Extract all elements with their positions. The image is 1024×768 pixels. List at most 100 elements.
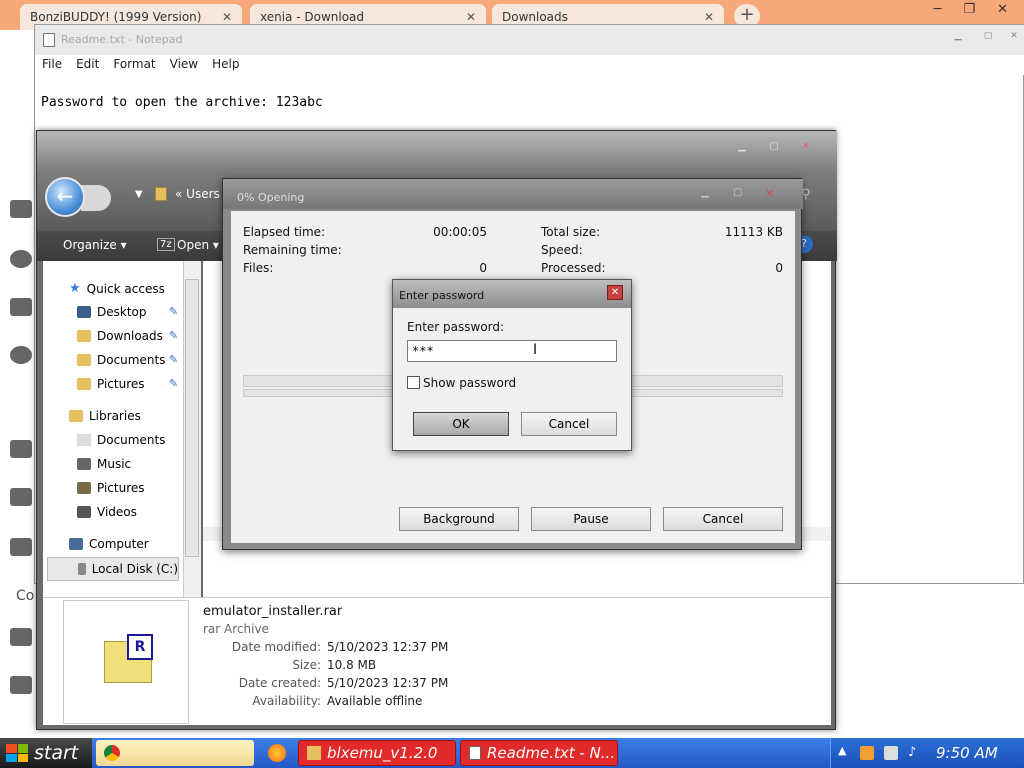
pin-icon[interactable]: ✎ [169,329,178,342]
nav-quick-access[interactable]: ★ Quick access [69,281,165,296]
maximize-icon[interactable]: ▢ [763,139,785,155]
documents-folder-icon [77,354,91,366]
back-button[interactable]: ← [45,177,85,217]
menu-help[interactable]: Help [205,55,246,75]
windows-logo-icon [6,744,28,762]
nav-documents[interactable]: Documents [77,353,165,367]
close-icon[interactable]: ✕ [795,139,817,155]
taskbar-firefox-button[interactable] [264,740,292,766]
elapsed-label: Elapsed time: [243,225,326,239]
nav-videos[interactable]: Videos [77,505,137,519]
nav-music[interactable]: Music [77,457,131,471]
minimize-icon[interactable]: ▁ [701,187,709,198]
password-input[interactable]: *** [407,340,617,362]
minimize-icon[interactable]: ▁ [731,139,753,155]
close-icon[interactable]: ✕ [607,285,623,300]
taskbar-notepad-button[interactable]: Readme.txt - N... [460,740,618,766]
network-icon[interactable] [884,746,898,760]
nav-scrollbar-thumb[interactable] [185,279,199,557]
show-password-label[interactable]: Show password [423,376,516,390]
volume-icon[interactable]: ♪ [908,746,922,760]
password-dialog: Enter password ✕ Enter password: *** I S… [392,279,632,451]
desktop-icon [77,306,91,318]
tray-app-icon[interactable] [860,746,874,760]
files-value: 0 [479,261,487,275]
pictures-folder-icon [77,378,91,390]
nav-downloads[interactable]: Downloads [77,329,163,343]
progress-title-bar[interactable]: 0% Opening ▁ ▢ ✕ [223,179,803,209]
file-type: rar Archive [203,622,269,636]
nav-libraries[interactable]: Libraries [69,409,141,423]
tray-expand-icon[interactable]: ▲ [838,744,846,757]
pin-icon[interactable]: ✎ [169,353,178,366]
maximize-icon[interactable]: ❐ [963,2,975,26]
nav-lib-pictures[interactable]: Pictures [77,481,145,495]
pause-button[interactable]: Pause [531,507,651,531]
history-icon[interactable] [10,250,32,268]
ok-button[interactable]: OK [413,412,509,436]
chevron-down-icon[interactable]: ▼ [135,189,143,200]
breadcrumb[interactable]: « Users [175,187,220,201]
close-icon[interactable]: ✕ [1005,31,1023,45]
minimize-icon[interactable]: ─ [934,2,942,26]
browser-window-controls: ─ ❐ ✕ [934,2,1024,26]
maximize-icon[interactable]: ▢ [733,187,742,198]
minimize-icon[interactable]: ▁ [949,31,967,45]
nav-pictures[interactable]: Pictures [77,377,145,391]
file-thumbnail: R [63,600,189,724]
disk-icon [78,563,86,575]
pictures-icon [77,482,91,494]
cancel-button[interactable]: Cancel [521,412,617,436]
videos-icon [77,506,91,518]
nav-local-disk[interactable]: Local Disk (C:) [47,557,179,581]
processed-value: 0 [775,261,783,275]
folder-icon [155,187,167,201]
nav-desktop[interactable]: Desktop [77,305,147,319]
close-icon[interactable]: ✕ [704,10,714,24]
menu-format[interactable]: Format [106,55,162,75]
close-icon[interactable]: ✕ [765,187,774,200]
close-icon[interactable]: ✕ [997,2,1008,26]
open-button[interactable]: Open ▾ [177,238,219,252]
video-icon[interactable] [10,488,32,506]
chat-icon[interactable] [10,628,32,646]
forward-button[interactable] [81,185,111,211]
home-icon[interactable] [10,200,32,218]
notepad-title-bar[interactable]: Readme.txt - Notepad ▁ ▢ ✕ [35,25,1024,55]
cancel-button[interactable]: Cancel [663,507,783,531]
pin-icon[interactable]: ✎ [169,305,178,318]
calendar-icon[interactable] [10,440,32,458]
date-created-value: 5/10/2023 12:37 PM [327,676,449,690]
start-button[interactable]: start [0,738,92,768]
file-name: emulator_installer.rar [203,604,343,619]
menu-file[interactable]: File [35,55,69,75]
rar-archive-icon: R [104,634,153,683]
nav-computer[interactable]: Computer [69,537,149,551]
date-created-label: Date created: [238,676,321,690]
close-icon[interactable]: ✕ [222,10,232,24]
taskbar-clock[interactable]: 9:50 AM [936,744,998,762]
tab-label: xenia - Download [260,10,365,24]
show-password-checkbox[interactable] [407,376,420,389]
gallery-icon[interactable] [10,538,32,556]
pin-icon[interactable]: ✎ [169,377,178,390]
bookmarks-icon[interactable] [10,298,32,316]
remaining-label: Remaining time: [243,243,342,257]
comment-icon[interactable] [10,676,32,694]
processed-label: Processed: [541,261,606,275]
taskbar-blxemu-button[interactable]: blxemu_v1.2.0 [298,740,456,766]
organize-button[interactable]: Organize ▾ [63,238,127,252]
close-icon[interactable]: ✕ [466,10,476,24]
nav-lib-documents[interactable]: Documents [77,433,165,447]
password-title-bar[interactable]: Enter password ✕ [393,280,631,308]
menu-view[interactable]: View [163,55,205,75]
settings-icon[interactable] [10,346,32,364]
taskbar-chrome-button[interactable] [96,740,254,766]
background-button[interactable]: Background [399,507,519,531]
maximize-icon[interactable]: ▢ [979,31,997,45]
notepad-title: Readme.txt - Notepad [61,33,183,46]
chrome-icon [104,745,120,761]
menu-edit[interactable]: Edit [69,55,106,75]
text-cursor-icon: I [533,342,538,358]
notepad-text-area[interactable]: Password to open the archive: 123abc [41,95,323,110]
